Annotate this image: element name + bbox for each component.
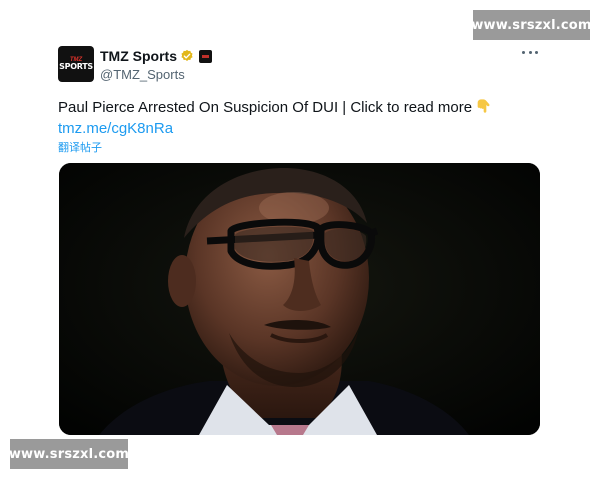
display-name[interactable]: TMZ Sports — [100, 48, 177, 64]
tweet-media-photo[interactable] — [59, 163, 540, 435]
tweet-text-content: Paul Pierce Arrested On Suspicion Of DUI… — [58, 99, 473, 116]
tweet-header: TMZ SPORTS TMZ Sports @TMZ_Sports — [58, 44, 542, 84]
tweet-card[interactable]: TMZ SPORTS TMZ Sports @TMZ_Sports Paul P… — [58, 44, 542, 435]
pointing-down-icon — [477, 99, 490, 113]
tweet-link[interactable]: tmz.me/cgK8nRa — [58, 119, 542, 139]
watermark-bottom: www.srszxl.com — [9, 439, 129, 469]
avatar[interactable]: TMZ SPORTS — [58, 46, 94, 82]
handle[interactable]: @TMZ_Sports — [100, 67, 212, 82]
avatar-text-sports: SPORTS — [59, 62, 93, 71]
tweet-text: Paul Pierce Arrested On Suspicion Of DUI… — [58, 98, 542, 118]
affiliate-badge-icon — [199, 49, 212, 63]
watermark-top: www.srszxl.com — [471, 10, 591, 40]
more-options-icon[interactable] — [522, 48, 538, 56]
verified-badge-icon — [181, 49, 193, 61]
author-names: TMZ Sports @TMZ_Sports — [100, 47, 212, 82]
display-name-row: TMZ Sports — [100, 47, 212, 65]
photo-portrait — [59, 163, 540, 435]
translate-post-link[interactable]: 翻译帖子 — [58, 141, 542, 155]
